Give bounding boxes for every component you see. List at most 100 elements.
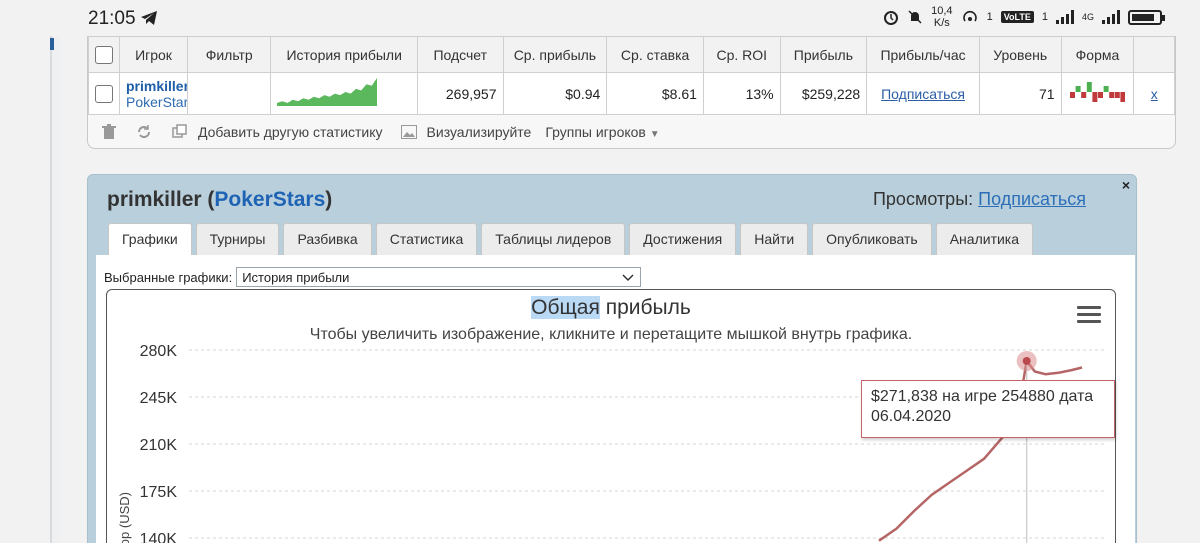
col-header[interactable]: Форма bbox=[1060, 36, 1135, 73]
row-checkbox[interactable] bbox=[95, 84, 113, 103]
y-tick-label: 280K bbox=[140, 343, 178, 360]
trash-icon[interactable] bbox=[102, 124, 116, 140]
views-subscribe-link[interactable]: Подписаться bbox=[978, 189, 1086, 209]
y-tick-label: 140K bbox=[140, 531, 178, 543]
count-cell: 269,957 bbox=[416, 72, 504, 115]
form-bar bbox=[1070, 92, 1076, 98]
wifi-count: 1 bbox=[986, 11, 993, 23]
avg-roi-cell: 13% bbox=[702, 72, 781, 115]
form-bar bbox=[1092, 92, 1098, 102]
signal-icon-2 bbox=[1102, 10, 1120, 24]
battery-icon bbox=[1128, 9, 1165, 25]
alarm-icon bbox=[884, 11, 899, 25]
col-header[interactable]: Фильтр bbox=[186, 36, 272, 73]
stats-header-row: Игрок Фильтр История прибыли Подсчет Ср.… bbox=[88, 36, 1175, 73]
form-chart bbox=[1070, 82, 1126, 102]
tab-find[interactable]: Найти bbox=[740, 223, 809, 255]
form-bar bbox=[1104, 86, 1110, 92]
profit-per-hour-cell[interactable]: Подписаться bbox=[866, 72, 980, 115]
visualize-button[interactable]: Визуализируйте bbox=[427, 124, 532, 140]
image-icon bbox=[400, 125, 417, 139]
form-bar bbox=[1076, 86, 1082, 92]
mute-bell-icon bbox=[908, 10, 922, 24]
col-header[interactable]: Ср. прибыль bbox=[502, 36, 608, 73]
select-all-checkbox[interactable] bbox=[95, 45, 113, 64]
col-header[interactable]: Ср. ставка bbox=[606, 36, 704, 73]
sparkline-area bbox=[277, 78, 378, 106]
views-label: Просмотры: bbox=[872, 189, 974, 209]
stats-toolbar: Добавить другую статистику Визуализируйт… bbox=[102, 119, 660, 145]
tab-breakdown[interactable]: Разбивка bbox=[283, 223, 372, 255]
graphs-select[interactable]: История прибыли bbox=[236, 267, 642, 287]
tab-achievements[interactable]: Достижения bbox=[629, 223, 737, 255]
status-bar: 21:05 10,4 K/s 1 VoLTE 1 4G bbox=[0, 0, 1200, 36]
close-icon[interactable]: × bbox=[1122, 177, 1130, 193]
tab-leaderboards[interactable]: Таблицы лидеров bbox=[481, 223, 626, 255]
left-gutter bbox=[50, 36, 60, 543]
col-header[interactable]: Игрок bbox=[119, 36, 188, 73]
player-site-link[interactable]: PokerStars bbox=[126, 94, 187, 110]
form-bar bbox=[1081, 92, 1087, 98]
stats-panel: Игрок Фильтр История прибыли Подсчет Ср.… bbox=[87, 36, 1176, 149]
table-row: primkiller PokerStars 269,957 $0.94 $8.6… bbox=[88, 72, 1175, 115]
tab-publish[interactable]: Опубликовать bbox=[812, 223, 932, 255]
tab-analytics[interactable]: Аналитика bbox=[935, 223, 1034, 255]
form-bar bbox=[1109, 92, 1115, 98]
signal-icon bbox=[1055, 10, 1074, 24]
subscribe-link[interactable]: Подписаться bbox=[881, 86, 965, 102]
profit-history-cell[interactable] bbox=[270, 72, 418, 115]
player-name-link[interactable]: primkiller bbox=[126, 78, 187, 94]
row-select-cell[interactable] bbox=[88, 72, 120, 115]
net-speed: 10,4 K/s bbox=[931, 5, 953, 29]
tab-statistics[interactable]: Статистика bbox=[375, 223, 478, 255]
profit-cell: $259,228 bbox=[779, 72, 868, 115]
player-panel-title: primkiller (PokerStars) bbox=[107, 188, 333, 211]
tab-graphs[interactable]: Графики bbox=[108, 223, 192, 255]
y-tick-label: 210K bbox=[140, 437, 178, 454]
views-row: Просмотры: Подписаться bbox=[873, 189, 1086, 210]
graphs-tab-content: Выбранные графики: История прибыли Общая… bbox=[96, 255, 1135, 543]
chevron-down-icon bbox=[622, 274, 634, 282]
form-bar bbox=[1120, 92, 1126, 102]
filter-cell bbox=[186, 72, 272, 115]
copy-icon[interactable] bbox=[172, 124, 188, 140]
player-panel: primkiller (PokerStars) Просмотры: Подпи… bbox=[87, 174, 1137, 543]
form-bar bbox=[1098, 92, 1104, 98]
col-header[interactable]: Прибыль/час bbox=[866, 36, 980, 73]
y-axis-label: тор (USD) bbox=[117, 492, 132, 543]
remove-cell[interactable]: x bbox=[1133, 72, 1175, 115]
form-bar bbox=[1087, 82, 1093, 92]
form-bar bbox=[1115, 92, 1121, 98]
y-tick-label: 175K bbox=[140, 484, 178, 501]
remove-row-link[interactable]: x bbox=[1151, 86, 1158, 102]
profit-sparkline[interactable] bbox=[277, 76, 381, 108]
chart-tooltip: $271,838 на игре 254880 дата 06.04.2020 bbox=[861, 380, 1115, 438]
player-groups-button[interactable]: Группы игроков ▼ bbox=[545, 124, 659, 140]
graphs-select-row: Выбранные графики: История прибыли bbox=[104, 267, 642, 287]
left-gutter-marker bbox=[50, 38, 54, 50]
hotspot-icon bbox=[962, 10, 977, 22]
avg-profit-cell: $0.94 bbox=[502, 72, 608, 115]
refresh-icon[interactable] bbox=[136, 124, 152, 140]
select-all-cell[interactable] bbox=[88, 36, 120, 73]
player-cell[interactable]: primkiller PokerStars bbox=[119, 72, 188, 115]
volte-badge: VoLTE bbox=[1000, 11, 1034, 23]
player-site[interactable]: PokerStars bbox=[214, 188, 325, 211]
graphs-select-label: Выбранные графики: bbox=[104, 269, 233, 285]
col-header[interactable]: История прибыли bbox=[270, 36, 418, 73]
col-header[interactable]: Прибыль bbox=[779, 36, 868, 73]
col-header[interactable]: Ср. ROI bbox=[702, 36, 781, 73]
form-cell bbox=[1060, 72, 1135, 115]
hover-point bbox=[1022, 356, 1031, 365]
add-stat-button[interactable]: Добавить другую статистику bbox=[198, 124, 383, 140]
volte-sub: 1 bbox=[1041, 11, 1048, 23]
col-header[interactable]: Уровень bbox=[978, 36, 1062, 73]
level-cell: 71 bbox=[978, 72, 1062, 115]
avg-stake-cell: $8.61 bbox=[606, 72, 704, 115]
tab-tournaments[interactable]: Турниры bbox=[195, 223, 280, 255]
col-header-remove bbox=[1133, 36, 1175, 73]
col-header[interactable]: Подсчет bbox=[416, 36, 504, 73]
y-tick-label: 245K bbox=[140, 390, 178, 407]
profit-chart[interactable]: Общая прибыль Чтобы увеличить изображени… bbox=[106, 289, 1116, 543]
telegram-icon bbox=[141, 11, 157, 25]
